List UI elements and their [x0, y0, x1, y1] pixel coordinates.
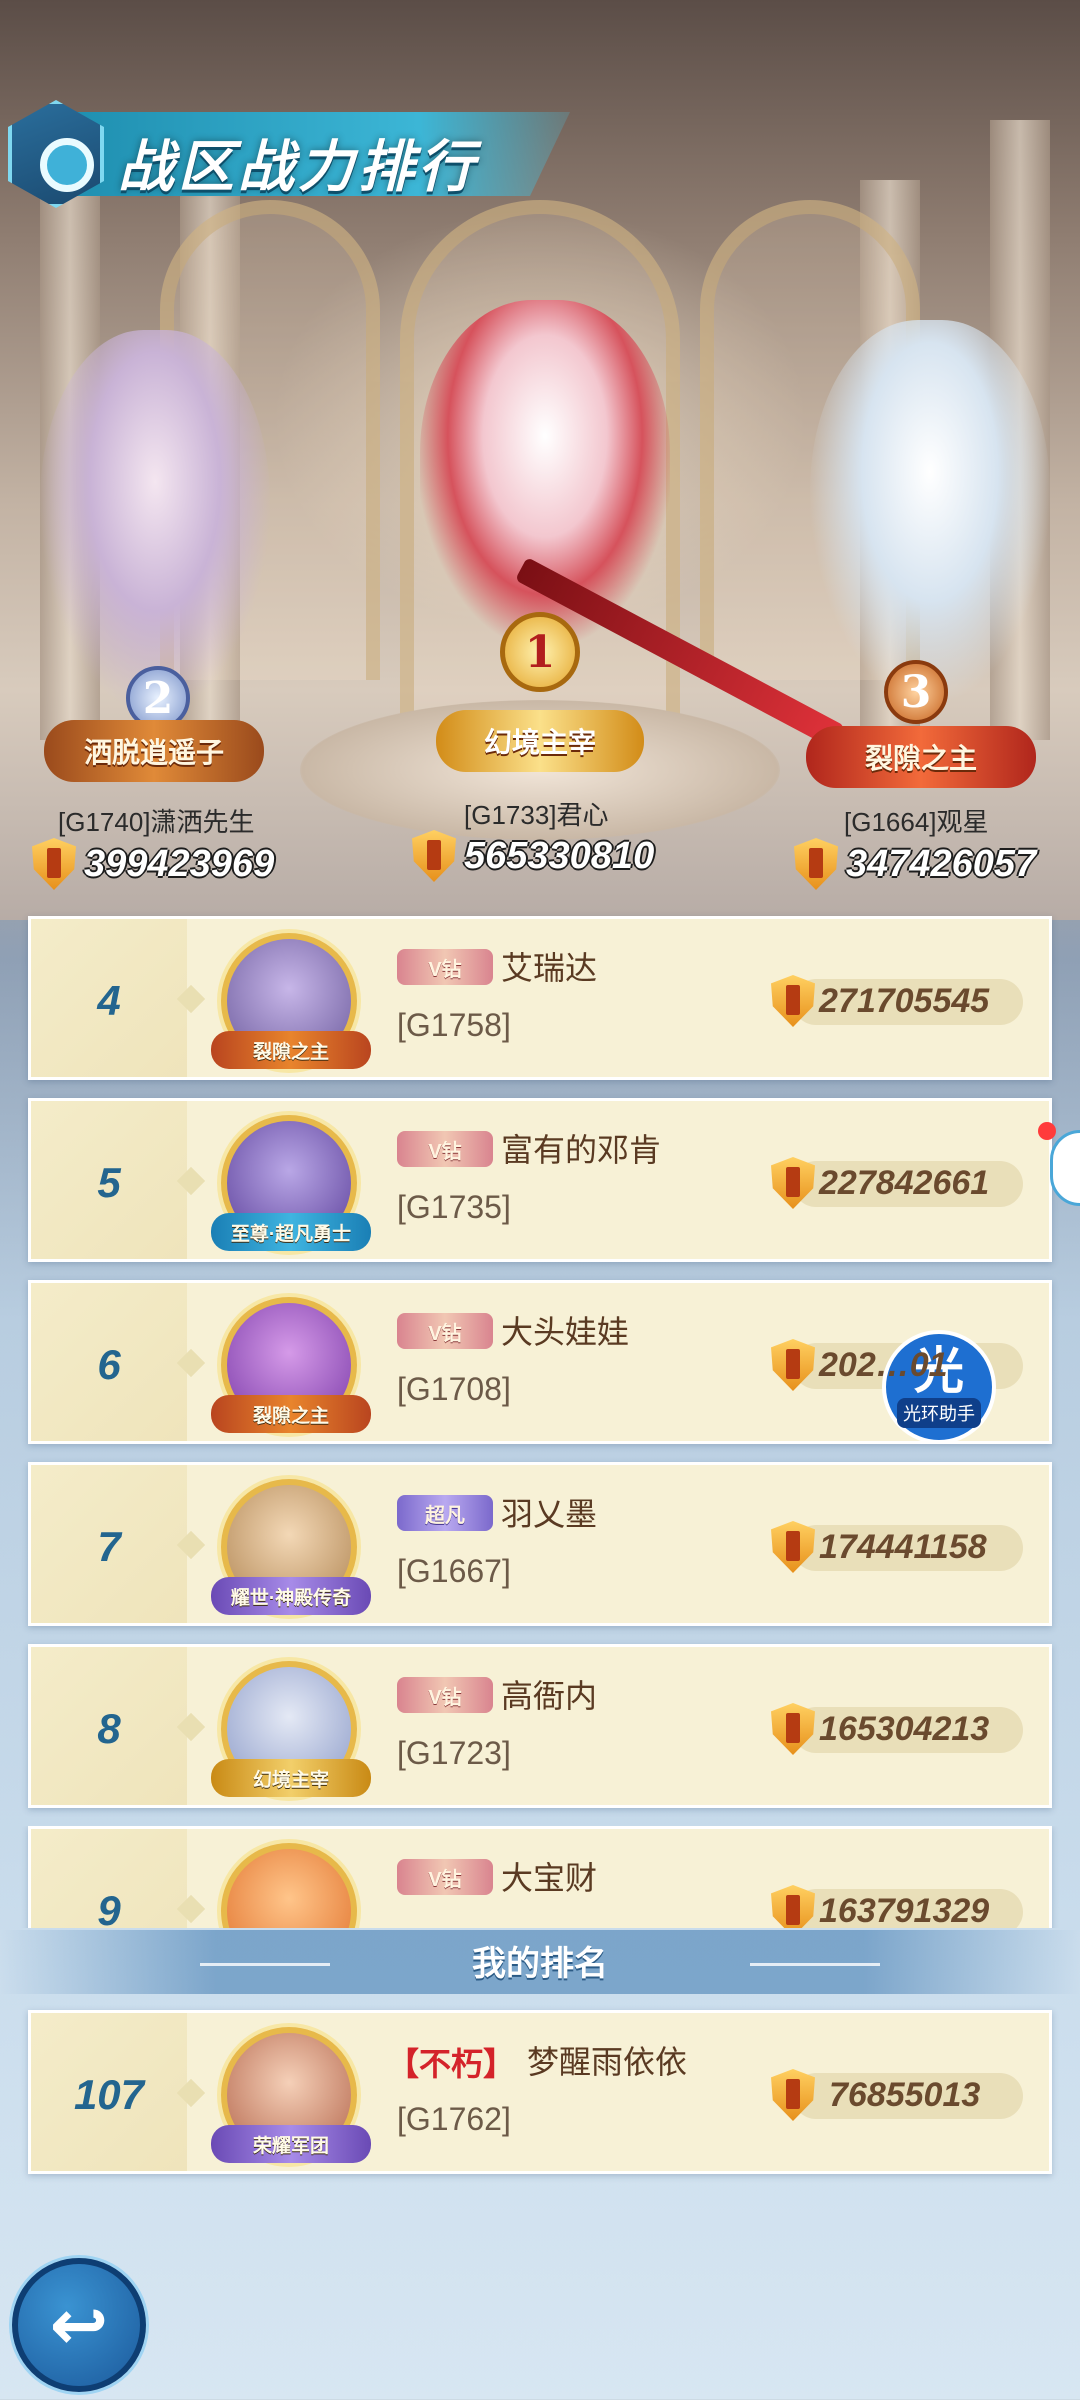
podium-name-first: [G1733]君心 — [464, 800, 609, 830]
back-button[interactable]: ↩ — [12, 2258, 146, 2392]
player-name: 富有的邓肯 — [501, 1132, 662, 1168]
assistant-label: 光环助手 — [897, 1398, 981, 1428]
hero-avatar-second — [40, 330, 270, 710]
avatar-title-badge: 幻境主宰 — [211, 1759, 371, 1797]
podium-name-third: [G1664]观星 — [844, 807, 989, 837]
player-power: 163791329 — [771, 1885, 1023, 1928]
rank-number: 107 — [73, 2071, 145, 2118]
player-power: 227842661 — [771, 1157, 1023, 1209]
notification-dot — [1038, 1122, 1056, 1140]
vip-tag: V钻 — [397, 949, 493, 985]
page-title: 战区战力排行 — [118, 135, 478, 198]
avatar-title-badge: 至尊·超凡勇士 — [211, 1213, 371, 1251]
rank-number: 5 — [97, 1159, 121, 1206]
podium-title-first: 幻境主宰 — [436, 710, 644, 772]
power-shield-icon — [794, 838, 838, 890]
player-server: [G1667] — [397, 1553, 511, 1589]
rank-list-clip: 9 V钻 大宝财 163791329 — [0, 1826, 1080, 1928]
podium-power-first: 565330810 — [412, 830, 654, 882]
rank-row-4[interactable]: 4 裂隙之主 V钻 艾瑞达 [G1758] 271705545 — [28, 916, 1052, 1080]
avatar-title-badge: 耀世·神殿传奇 — [211, 1577, 371, 1615]
rank-row-5[interactable]: 5 至尊·超凡勇士 V钻 富有的邓肯 [G1735] 227842661 — [28, 1098, 1052, 1262]
player-power: 271705545 — [771, 975, 1023, 1027]
player-name: 艾瑞达 — [501, 950, 598, 986]
vip-tag: V钻 — [397, 1859, 493, 1895]
rank-row-7[interactable]: 7 耀世·神殿传奇 超凡 羽乂墨 [G1667] 174441158 — [28, 1462, 1052, 1626]
player-server: [G1735] — [397, 1189, 511, 1225]
avatar-title-badge: 裂隙之主 — [211, 1031, 371, 1069]
title-banner: 战区战力排行 — [0, 100, 580, 208]
rank-medal-1: 1 — [500, 612, 580, 692]
player-name: 羽乂墨 — [501, 1496, 598, 1532]
player-server: [G1723] — [397, 1735, 511, 1771]
player-server: [G1758] — [397, 1007, 511, 1043]
rank-number: 7 — [97, 1523, 121, 1570]
podium-title-second: 洒脱逍遥子 — [44, 720, 264, 782]
player-power: 174441158 — [771, 1521, 1023, 1573]
rank-number: 4 — [97, 977, 121, 1024]
player-avatar — [221, 1843, 357, 1928]
my-rank-title: 我的排名 — [472, 1945, 608, 1983]
rank-number: 6 — [97, 1341, 121, 1388]
vip-tag: 超凡 — [397, 1495, 493, 1531]
rank-row-8[interactable]: 8 幻境主宰 V钻 高衙内 [G1723] 165304213 — [28, 1644, 1052, 1808]
power-shield-icon — [412, 830, 456, 882]
player-power: 76855013 — [771, 2069, 1023, 2121]
player-name: 梦醒雨依依 — [527, 2044, 688, 2080]
rank-medal-3: 3 — [884, 660, 948, 724]
player-server: [G1708] — [397, 1371, 511, 1407]
player-power: 165304213 — [771, 1703, 1023, 1755]
power-shield-icon — [32, 838, 76, 890]
podium-title-third: 裂隙之主 — [806, 726, 1036, 788]
hero-avatar-third — [810, 320, 1050, 700]
rank-row-9[interactable]: 9 V钻 大宝财 163791329 — [28, 1826, 1052, 1928]
player-name: 大头娃娃 — [501, 1314, 630, 1350]
guild-tag: 【不朽】 — [387, 2046, 516, 2082]
player-name: 大宝财 — [501, 1860, 598, 1896]
player-name: 高衙内 — [501, 1678, 598, 1714]
vip-tag: V钻 — [397, 1313, 493, 1349]
podium-power-third: 347426057 — [794, 838, 1036, 890]
vip-tag: V钻 — [397, 1131, 493, 1167]
side-drawer-tab[interactable] — [1050, 1130, 1080, 1206]
my-rank-row[interactable]: 107 荣耀军团 【不朽】 梦醒雨依依 [G1762] 76855013 — [28, 2010, 1052, 2174]
back-arrow-icon: ↩ — [49, 2286, 109, 2364]
avatar-title-badge: 荣耀军团 — [211, 2125, 371, 2163]
rank-number: 9 — [97, 1887, 121, 1928]
rank-number: 8 — [97, 1705, 121, 1752]
player-server: [G1762] — [397, 2101, 511, 2137]
podium-name-second: [G1740]潇洒先生 — [58, 807, 255, 837]
vip-tag: V钻 — [397, 1677, 493, 1713]
avatar-title-badge: 裂隙之主 — [211, 1395, 371, 1433]
podium-power-second: 399423969 — [32, 838, 274, 890]
